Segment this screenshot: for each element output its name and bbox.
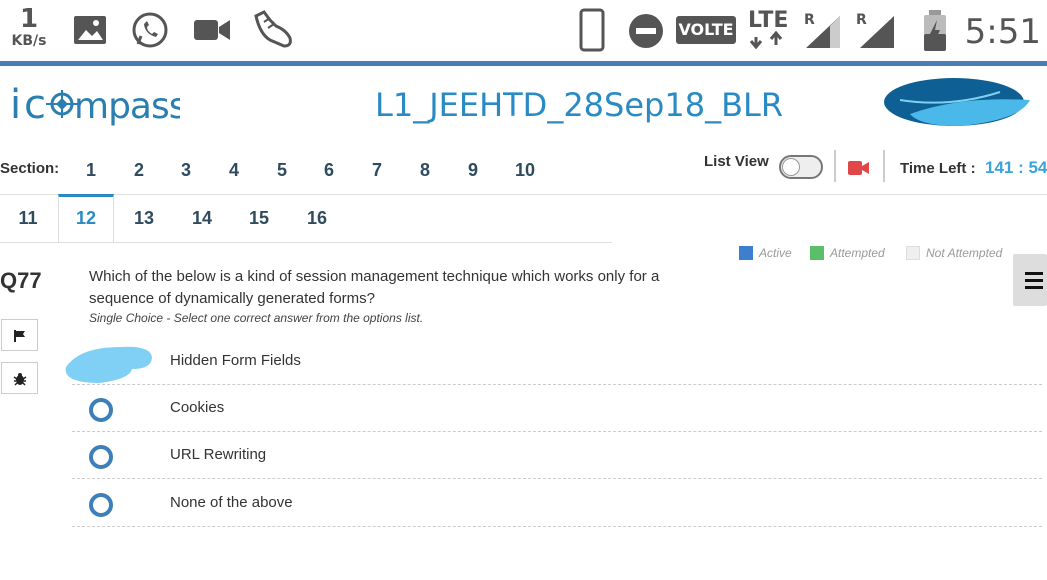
bug-icon bbox=[13, 373, 27, 386]
webcam-icon[interactable] bbox=[848, 160, 870, 176]
svg-text:i: i bbox=[10, 82, 20, 128]
svg-text:c: c bbox=[24, 82, 45, 128]
legend-attempted-swatch bbox=[810, 246, 824, 260]
do-not-disturb-icon bbox=[629, 14, 663, 48]
legend-attempted: Attempted bbox=[810, 246, 885, 260]
icompass-logo: i c mpass bbox=[10, 80, 188, 140]
section-tab-9[interactable]: 9 bbox=[453, 160, 493, 181]
hamburger-icon-bar bbox=[1025, 286, 1043, 289]
status-bar: 1 KB/s VOLTE LTE R R 5:51 bbox=[0, 0, 1047, 66]
legend-active: Active bbox=[739, 246, 792, 260]
option-3[interactable]: URL Rewriting bbox=[72, 432, 1042, 479]
status-bar-divider bbox=[0, 61, 1047, 66]
hamburger-icon bbox=[1025, 272, 1043, 275]
option-3-label: URL Rewriting bbox=[170, 446, 267, 463]
option-2[interactable]: Cookies bbox=[72, 385, 1042, 432]
option-2-radio[interactable] bbox=[89, 398, 113, 422]
icompass-logo-mark: i c mpass bbox=[10, 82, 188, 128]
video-camera-icon bbox=[194, 20, 230, 40]
section-tab-5[interactable]: 5 bbox=[262, 160, 302, 181]
phone-icon bbox=[579, 8, 605, 52]
sections-bottom-divider bbox=[0, 242, 612, 243]
list-view-toggle[interactable] bbox=[779, 155, 823, 179]
page-title: L1_JEEHTD_28Sep18_BLR bbox=[375, 86, 784, 124]
legend-not-attempted-label: Not Attempted bbox=[926, 246, 1003, 260]
section-tab-3[interactable]: 3 bbox=[166, 160, 206, 181]
brand-logo bbox=[884, 78, 1030, 126]
section-tab-12-label: 12 bbox=[75, 208, 97, 228]
question-text: Which of the below is a kind of session … bbox=[89, 268, 660, 307]
section-tab-14[interactable]: 14 bbox=[182, 208, 222, 229]
option-3-radio[interactable] bbox=[89, 445, 113, 469]
section-tab-2[interactable]: 2 bbox=[119, 160, 159, 181]
section-tab-16[interactable]: 16 bbox=[297, 208, 337, 229]
flag-icon bbox=[14, 330, 25, 342]
option-2-label: Cookies bbox=[170, 399, 225, 416]
volte-badge: VOLTE bbox=[676, 16, 736, 44]
whatsapp-icon bbox=[132, 12, 168, 48]
toolbar-separator-1 bbox=[834, 150, 836, 182]
sneaker-icon bbox=[254, 10, 292, 48]
legend-active-swatch bbox=[739, 246, 753, 260]
menu-button[interactable] bbox=[1013, 254, 1047, 306]
legend-not-attempted: Not Attempted bbox=[906, 246, 1002, 260]
option-4-radio[interactable] bbox=[89, 493, 113, 517]
section-tab-7[interactable]: 7 bbox=[357, 160, 397, 181]
section-tab-15[interactable]: 15 bbox=[239, 208, 279, 229]
battery-icon bbox=[924, 10, 946, 51]
question-number: Q77 bbox=[0, 268, 42, 293]
section-tab-8[interactable]: 8 bbox=[405, 160, 445, 181]
list-view-label: List View bbox=[704, 153, 769, 170]
svg-text:mpass: mpass bbox=[74, 86, 180, 127]
section-tab-10[interactable]: 10 bbox=[505, 160, 545, 181]
section-tab-1[interactable]: 1 bbox=[71, 160, 111, 181]
time-left-label: Time Left : bbox=[900, 160, 976, 177]
section-tab-13[interactable]: 13 bbox=[124, 208, 164, 229]
question-hint: Single Choice - Select one correct answe… bbox=[89, 311, 424, 325]
time-left-value: 141 : 54 bbox=[985, 158, 1047, 177]
network-speed: 1 KB/s bbox=[6, 6, 52, 48]
legend-active-label: Active bbox=[759, 246, 792, 260]
toolbar-separator-2 bbox=[883, 150, 885, 182]
report-bug-button[interactable] bbox=[1, 362, 38, 394]
option-4[interactable]: None of the above bbox=[72, 480, 1042, 527]
section-tab-11[interactable]: 11 bbox=[8, 208, 48, 229]
data-arrows-icon bbox=[749, 31, 783, 49]
option-1-label: Hidden Form Fields bbox=[170, 352, 301, 369]
section-tab-12-active[interactable]: 12 bbox=[58, 194, 114, 243]
gallery-icon bbox=[74, 16, 106, 44]
option-4-label: None of the above bbox=[170, 494, 293, 511]
legend-attempted-label: Attempted bbox=[830, 246, 885, 260]
option-1[interactable]: Hidden Form Fields bbox=[72, 338, 1042, 385]
network-speed-value: 1 bbox=[19, 4, 39, 34]
lte-indicator: LTE bbox=[748, 8, 788, 49]
clock: 5:51 bbox=[964, 12, 1041, 52]
toolbar-divider bbox=[612, 194, 1047, 195]
signal-icon bbox=[806, 16, 840, 48]
toggle-knob bbox=[782, 158, 800, 176]
network-speed-unit: KB/s bbox=[11, 33, 47, 49]
signal-icon-2 bbox=[860, 16, 894, 48]
section-tab-4[interactable]: 4 bbox=[214, 160, 254, 181]
legend-not-attempted-swatch bbox=[906, 246, 920, 260]
lte-label: LTE bbox=[748, 8, 789, 33]
flag-button[interactable] bbox=[1, 319, 38, 351]
section-label: Section: bbox=[0, 160, 60, 177]
section-tab-6[interactable]: 6 bbox=[309, 160, 349, 181]
hamburger-icon-bar bbox=[1025, 279, 1043, 282]
